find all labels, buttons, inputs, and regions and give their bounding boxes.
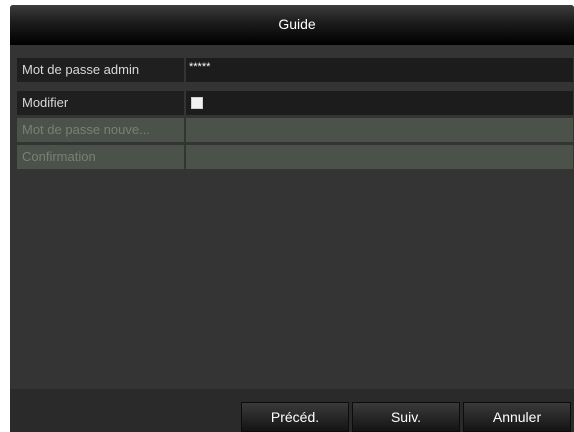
admin-password-field[interactable]: ***** bbox=[186, 58, 573, 82]
dialog-title: Guide bbox=[278, 16, 316, 32]
new-password-field[interactable] bbox=[186, 118, 573, 142]
new-password-label: Mot de passe nouve... bbox=[17, 118, 184, 142]
previous-button[interactable]: Précéd. bbox=[241, 402, 349, 432]
admin-password-row: Mot de passe admin ***** bbox=[17, 58, 573, 82]
dialog-content: Mot de passe admin ***** Modifier Mot de… bbox=[10, 45, 574, 389]
confirmation-field[interactable] bbox=[186, 145, 573, 169]
confirmation-row: Confirmation bbox=[17, 145, 573, 169]
next-button[interactable]: Suiv. bbox=[352, 402, 460, 432]
dialog-title-bar: Guide bbox=[10, 5, 574, 45]
dialog-footer: Précéd. Suiv. Annuler bbox=[10, 389, 574, 432]
modify-label: Modifier bbox=[17, 91, 184, 115]
cancel-button[interactable]: Annuler bbox=[463, 402, 571, 432]
modify-row: Modifier bbox=[17, 91, 573, 115]
modify-checkbox[interactable] bbox=[191, 97, 203, 109]
guide-dialog: Guide Mot de passe admin ***** Modifier … bbox=[10, 5, 574, 432]
admin-password-value: ***** bbox=[189, 61, 211, 73]
admin-password-label: Mot de passe admin bbox=[17, 58, 184, 82]
modify-field bbox=[186, 91, 573, 115]
new-password-row: Mot de passe nouve... bbox=[17, 118, 573, 142]
confirmation-label: Confirmation bbox=[17, 145, 184, 169]
